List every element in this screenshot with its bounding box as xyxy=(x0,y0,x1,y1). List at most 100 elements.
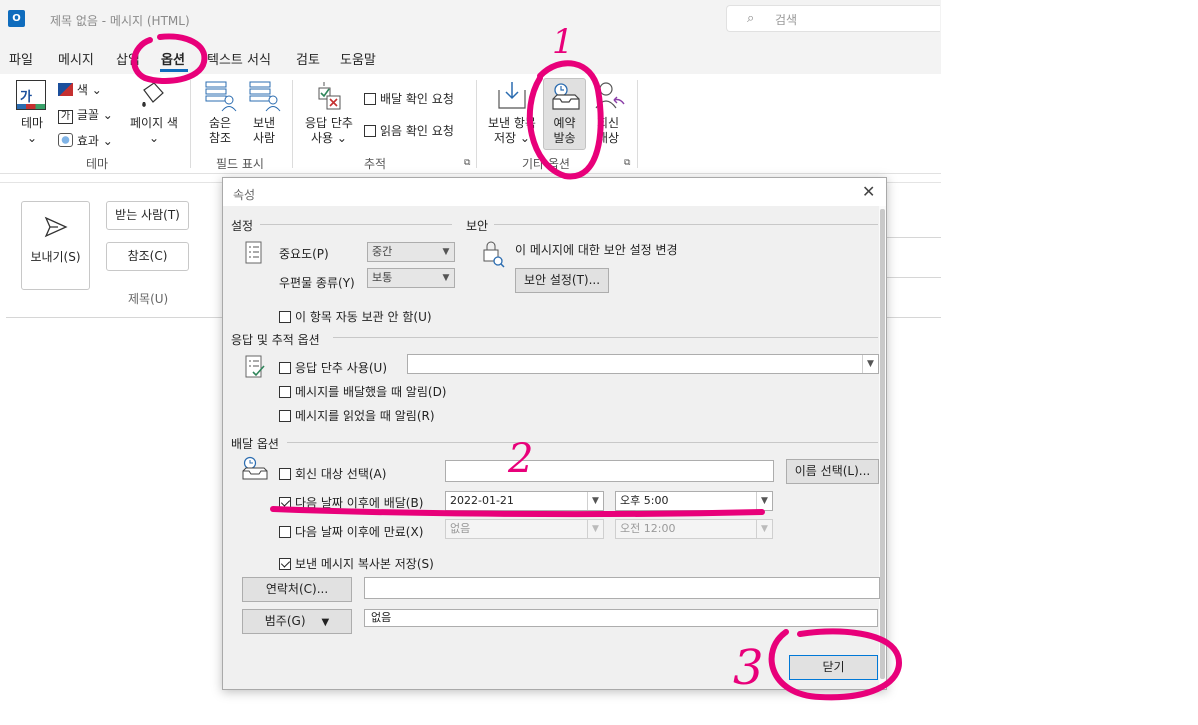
to-field-line xyxy=(886,237,941,238)
cc-field-line xyxy=(886,277,941,278)
checkbox xyxy=(364,93,376,105)
chevron-down-icon: ⌄ xyxy=(336,131,347,145)
use-voting-buttons-checkbox[interactable]: 응답 단추 사용(U) xyxy=(279,359,387,376)
delivered-receipt-label: 메시지를 배달했을 때 알림(D) xyxy=(295,385,447,399)
chevron-down-icon: ⌄ xyxy=(102,134,113,148)
save-copy-checkbox[interactable]: 보낸 메시지 복사본 저장(S) xyxy=(279,555,434,572)
save-sent-item-button[interactable]: 보낸 항목 저장 ⌄ xyxy=(484,116,540,146)
effects-button[interactable]: 효과 ⌄ xyxy=(58,132,113,149)
chevron-down-icon: ▼ xyxy=(587,520,603,538)
ribbon-separator xyxy=(637,80,638,168)
importance-label: 중요도(P) xyxy=(279,247,329,261)
voting-options-select[interactable]: ▼ xyxy=(407,354,879,374)
security-section-header: 보안 xyxy=(466,219,489,233)
checkbox xyxy=(279,468,291,480)
expire-date-value: 없음 xyxy=(450,522,471,535)
chevron-down-icon: ⌄ xyxy=(102,108,113,122)
checkbox xyxy=(364,125,376,137)
colors-button[interactable]: 색 ⌄ xyxy=(58,81,102,98)
deliver-date-picker[interactable]: 2022-01-21 ▼ xyxy=(445,491,604,511)
search-input[interactable]: ⌕ 검색 xyxy=(726,5,940,32)
from-button[interactable]: 보낸 사람 xyxy=(247,116,281,146)
select-names-button[interactable]: 이름 선택(L)... xyxy=(786,459,879,484)
importance-select[interactable]: 중간 ▼ xyxy=(367,242,455,262)
group-label-show-fields: 필드 표시 xyxy=(216,157,264,171)
section-rule xyxy=(494,224,878,225)
delay-label-line1: 예약 xyxy=(553,116,576,130)
do-not-autoarchive-checkbox[interactable]: 이 항목 자동 보관 안 함(U) xyxy=(279,308,432,325)
deliver-date-value: 2022-01-21 xyxy=(450,494,514,507)
voting-buttons-button[interactable]: 응답 단추 사용 ⌄ xyxy=(301,116,357,146)
contacts-input[interactable] xyxy=(364,577,880,599)
close-icon[interactable]: ✕ xyxy=(862,182,875,201)
effects-label: 효과 xyxy=(76,134,99,148)
tab-file[interactable]: 파일 xyxy=(9,49,33,68)
contacts-button[interactable]: 연락처(C)... xyxy=(242,577,352,602)
read-receipt-checkbox[interactable]: 메시지를 읽었을 때 알림(R) xyxy=(279,407,435,424)
request-delivery-receipt-checkbox[interactable]: 배달 확인 요청 xyxy=(364,90,454,107)
delay-label-line2: 발송 xyxy=(553,131,576,145)
chevron-down-icon: ▼ xyxy=(438,269,454,287)
direct-replies-button[interactable]: 회신 대상 xyxy=(590,116,626,146)
reply-label-line1: 회신 xyxy=(596,116,620,130)
tab-options[interactable]: 옵션 xyxy=(161,49,185,68)
lock-icon xyxy=(483,241,505,268)
tab-insert[interactable]: 삽입 xyxy=(116,49,140,68)
have-replies-sent-to-checkbox[interactable]: 회신 대상 선택(A) xyxy=(279,465,386,482)
categories-label: 범주(G) xyxy=(264,614,306,628)
send-label: 보내기(S) xyxy=(30,250,81,264)
more-options-dialog-launcher-icon[interactable]: ⧉ xyxy=(624,158,630,168)
to-button[interactable]: 받는 사람(T) xyxy=(106,201,189,230)
voting-label-line2: 사용 xyxy=(311,131,334,145)
voting-tracking-section-header: 응답 및 추적 옵션 xyxy=(231,333,320,347)
expires-after-checkbox[interactable]: 다음 날짜 이후에 만료(X) xyxy=(279,523,423,540)
categories-button[interactable]: 범주(G) ▼ xyxy=(242,609,352,634)
theme-icon: 가 xyxy=(16,80,46,110)
page-color-button[interactable]: 페이지 색 ⌄ xyxy=(124,116,184,146)
send-button[interactable]: 보내기(S) xyxy=(21,201,90,290)
delay-delivery-button[interactable]: 예약 발송 xyxy=(543,78,586,150)
save-sent-label-line2: 저장 xyxy=(494,131,517,145)
fonts-button[interactable]: 가 글꼴 ⌄ xyxy=(58,106,113,124)
search-placeholder: 검색 xyxy=(775,13,798,27)
replies-sent-to-input[interactable] xyxy=(445,460,774,482)
tracking-dialog-launcher-icon[interactable]: ⧉ xyxy=(464,158,470,168)
caret-down-icon: ▼ xyxy=(321,617,330,628)
ribbon-separator xyxy=(292,80,293,168)
bcc-label-line1: 숨은 xyxy=(208,116,232,130)
deliver-before-label: 다음 날짜 이후에 배달(B) xyxy=(295,496,424,510)
tab-message[interactable]: 메시지 xyxy=(58,49,94,68)
do-not-deliver-before-checkbox[interactable]: 다음 날짜 이후에 배달(B) xyxy=(279,494,423,511)
delivery-receipt-label: 배달 확인 요청 xyxy=(380,92,454,106)
expires-after-label: 다음 날짜 이후에 만료(X) xyxy=(295,525,424,539)
tab-review[interactable]: 검토 xyxy=(296,49,320,68)
chevron-down-icon: ▼ xyxy=(756,492,772,510)
voting-label-line1: 응답 단추 xyxy=(305,116,353,130)
tab-help[interactable]: 도움말 xyxy=(340,49,376,68)
sensitivity-select[interactable]: 보통 ▼ xyxy=(367,268,455,288)
theme-button-label: 테마 xyxy=(20,116,44,130)
from-label-line1: 보낸 xyxy=(252,116,276,130)
request-read-receipt-checkbox[interactable]: 읽음 확인 요청 xyxy=(364,122,454,139)
checkbox-checked xyxy=(279,558,291,570)
bcc-button[interactable]: 숨은 참조 xyxy=(203,116,237,146)
close-button[interactable]: 닫기 xyxy=(789,655,878,680)
section-rule xyxy=(333,337,878,338)
deliver-time-picker[interactable]: 오후 5:00 ▼ xyxy=(615,491,773,511)
importance-value: 중간 xyxy=(372,245,393,258)
effects-icon xyxy=(58,133,73,147)
properties-dialog: 속성 ✕ 설정 중요도(P) 중간 ▼ 우편물 종류(Y) 보통 ▼ 이 항목 … xyxy=(222,177,887,690)
checkbox xyxy=(279,526,291,538)
theme-button[interactable]: 테마 ⌄ xyxy=(15,116,49,146)
checkbox xyxy=(279,410,291,422)
cc-button[interactable]: 참조(C) xyxy=(106,242,189,271)
annotation-number-2: 2 xyxy=(508,436,534,482)
expire-date-picker[interactable]: 없음 ▼ xyxy=(445,519,604,539)
security-settings-button[interactable]: 보안 설정(T)... xyxy=(515,268,609,293)
dialog-title: 속성 xyxy=(233,188,256,202)
dialog-scrollbar[interactable] xyxy=(879,206,886,689)
group-label-tracking: 추적 xyxy=(364,157,387,171)
tab-format-text[interactable]: 텍스트 서식 xyxy=(207,49,271,68)
delivery-receipt-checkbox[interactable]: 메시지를 배달했을 때 알림(D) xyxy=(279,383,447,400)
expire-time-picker[interactable]: 오전 12:00 ▼ xyxy=(615,519,773,539)
